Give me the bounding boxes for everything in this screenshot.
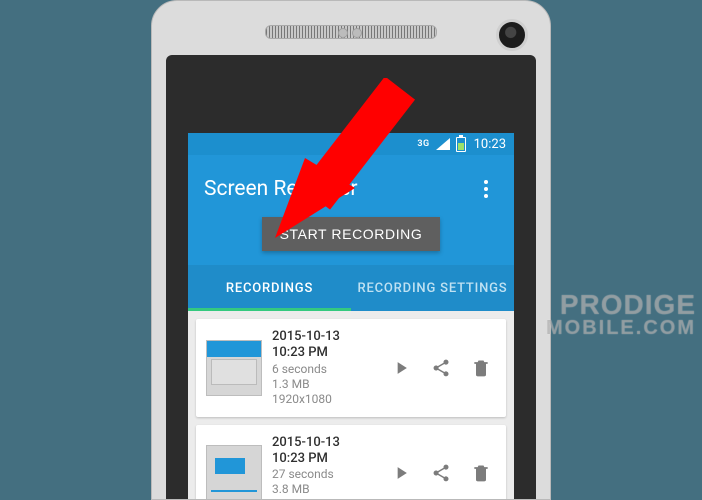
recording-thumbnail (206, 445, 262, 499)
share-icon[interactable] (430, 357, 452, 379)
screen-bezel: 3G 10:23 Screen Recorder ST (166, 55, 536, 499)
recording-meta: 2015-10-13 10:23 PM 6 seconds 1.3 MB 192… (272, 329, 380, 407)
network-label: 3G (417, 140, 429, 149)
recordings-list: 2015-10-13 10:23 PM 6 seconds 1.3 MB 192… (188, 311, 514, 499)
sensor-dot (338, 28, 348, 38)
device-screen: 3G 10:23 Screen Recorder ST (188, 133, 514, 499)
recording-resolution: 1920x1080 (272, 392, 380, 407)
tab-recordings[interactable]: RECORDINGS (188, 265, 351, 311)
delete-icon[interactable] (470, 462, 492, 484)
recording-meta: 2015-10-13 10:23 PM 27 seconds 3.8 MB 19… (272, 435, 380, 500)
recording-thumbnail (206, 340, 262, 396)
play-icon[interactable] (390, 462, 412, 484)
recording-duration: 6 seconds (272, 362, 380, 377)
phone-frame: 3G 10:23 Screen Recorder ST (151, 0, 551, 500)
speaker-grille (265, 25, 437, 39)
delete-icon[interactable] (470, 357, 492, 379)
sensor-dot (352, 28, 362, 38)
tab-bar: RECORDINGS RECORDING SETTINGS (188, 265, 514, 311)
recording-date: 2015-10-13 (272, 435, 380, 451)
share-icon[interactable] (430, 462, 452, 484)
app-bar: Screen Recorder START RECORDING (188, 155, 514, 265)
watermark: PRODIGE MOBILE.COM (546, 292, 696, 337)
overflow-menu-icon[interactable] (474, 177, 498, 201)
app-title: Screen Recorder (204, 177, 358, 201)
recording-time: 10:23 PM (272, 345, 380, 361)
play-icon[interactable] (390, 357, 412, 379)
recording-size: 3.8 MB (272, 482, 380, 497)
signal-icon (436, 138, 450, 150)
recording-time: 10:23 PM (272, 451, 380, 467)
recording-item[interactable]: 2015-10-13 10:23 PM 6 seconds 1.3 MB 192… (196, 319, 506, 417)
recording-resolution: 1920x1080 (272, 497, 380, 499)
recording-date: 2015-10-13 (272, 329, 380, 345)
front-camera (496, 19, 528, 51)
watermark-line1: PRODIGE (560, 289, 696, 320)
clock: 10:23 (474, 137, 506, 152)
watermark-line2: MOBILE.COM (546, 319, 696, 337)
recording-duration: 27 seconds (272, 467, 380, 482)
recording-item[interactable]: 2015-10-13 10:23 PM 27 seconds 3.8 MB 19… (196, 425, 506, 500)
tab-recording-settings[interactable]: RECORDING SETTINGS (351, 265, 514, 311)
phone-body: 3G 10:23 Screen Recorder ST (151, 0, 551, 500)
recording-size: 1.3 MB (272, 377, 380, 392)
battery-icon (456, 137, 466, 152)
status-bar: 3G 10:23 (188, 133, 514, 155)
start-recording-button[interactable]: START RECORDING (262, 217, 441, 251)
